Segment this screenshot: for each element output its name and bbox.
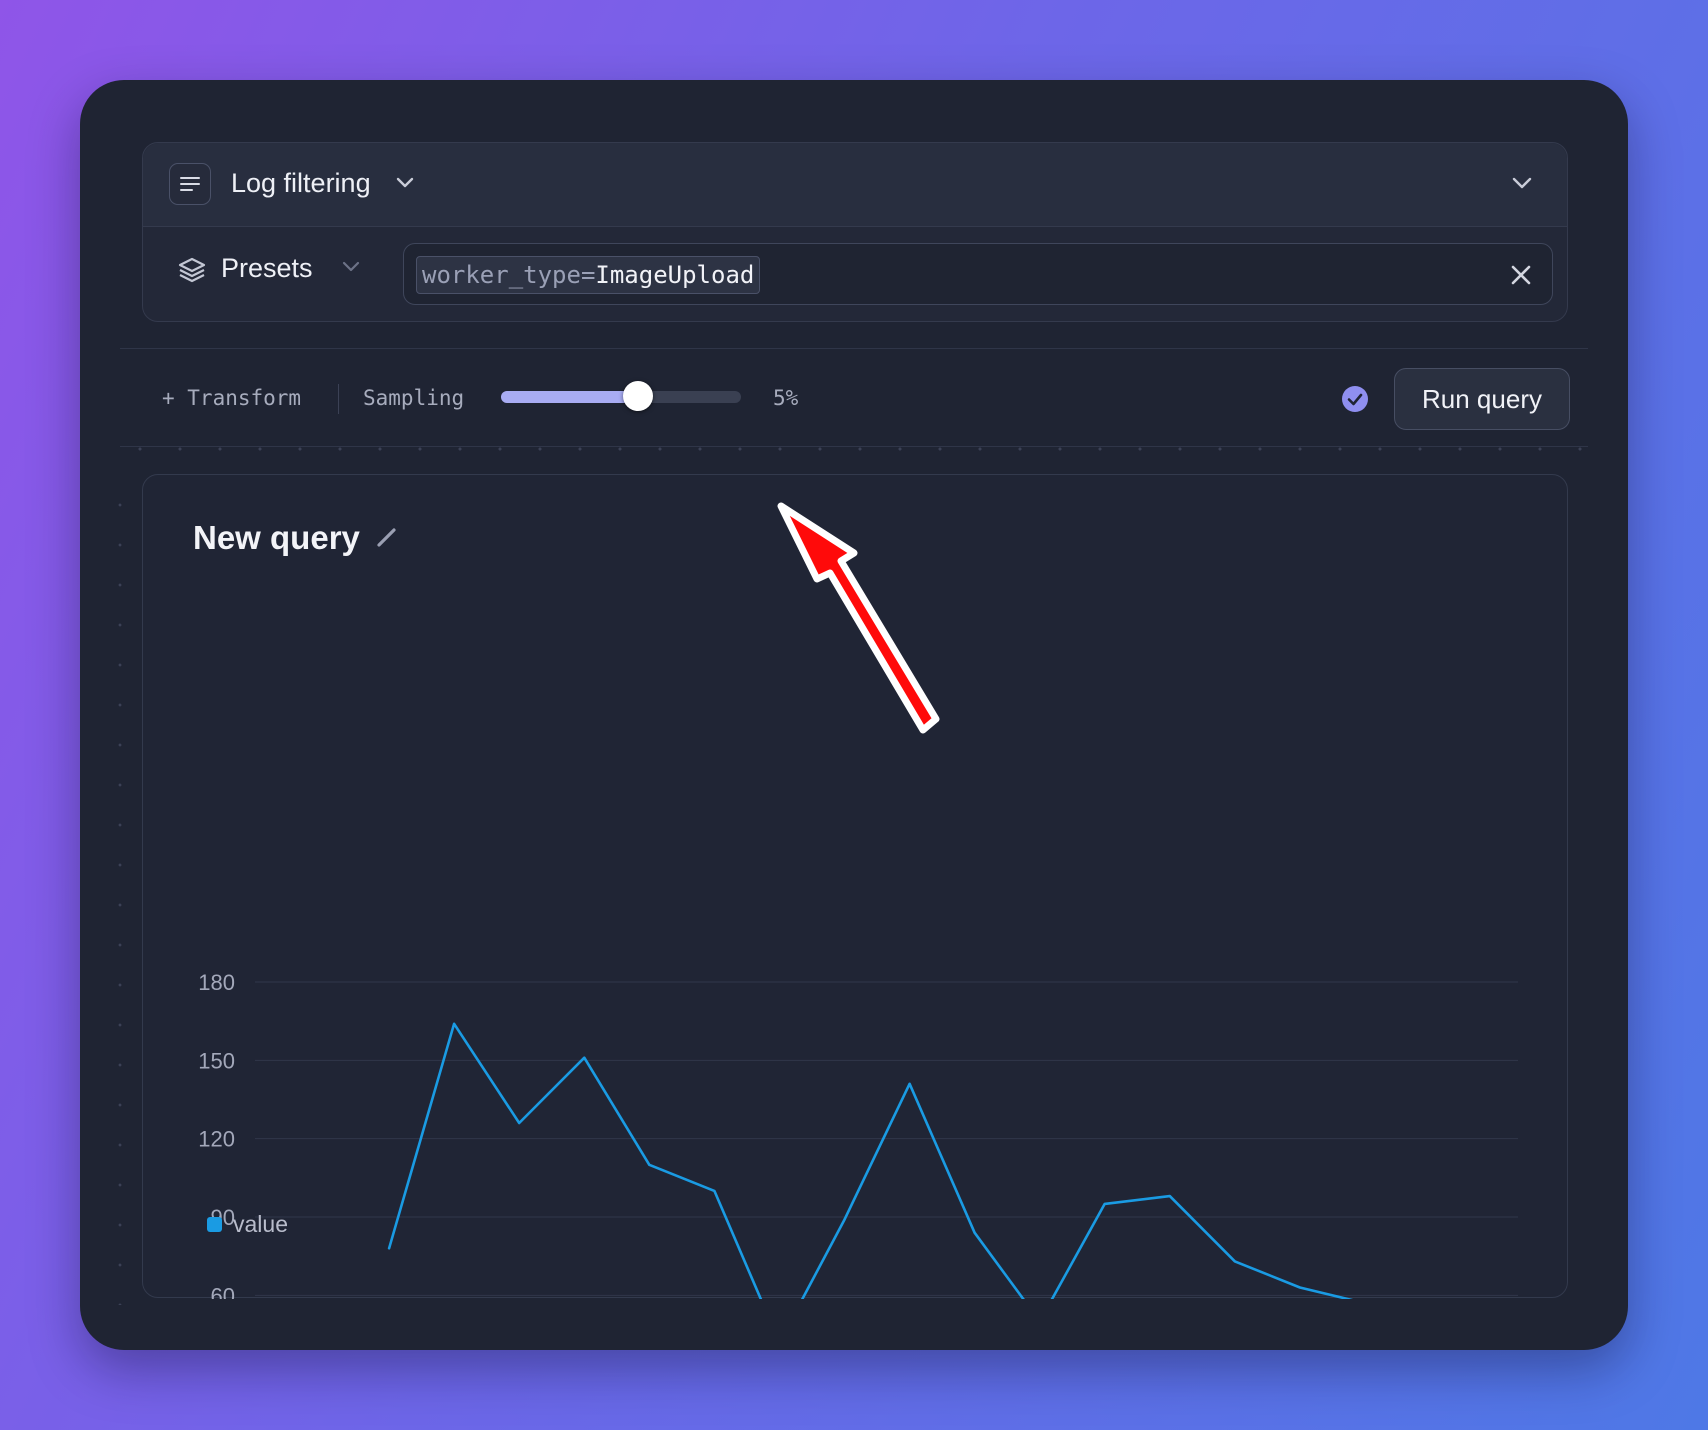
slider-fill <box>501 391 638 403</box>
collapse-chevron-icon[interactable] <box>1511 176 1533 190</box>
log-filter-panel: Log filtering Presets worker_type=ImageU… <box>142 142 1568 322</box>
sampling-value: 5% <box>773 386 799 410</box>
query-input[interactable]: worker_type=ImageUpload <box>403 243 1553 305</box>
red-arrow-annotation <box>777 502 940 734</box>
y-tick-label: 180 <box>198 970 235 995</box>
layers-icon <box>178 257 206 283</box>
presets-label[interactable]: Presets <box>221 253 313 284</box>
series-line <box>387 1022 1354 1299</box>
legend-swatch <box>207 1217 222 1232</box>
sampling-label: Sampling <box>363 386 465 410</box>
close-icon[interactable] <box>1508 262 1534 288</box>
filter-title: Log filtering <box>231 168 371 198</box>
side-dotted-rail <box>118 485 122 1305</box>
query-key: worker_type <box>422 261 581 289</box>
query-operator: = <box>580 261 596 289</box>
query-toolbar: + Transform Sampling 5% Run query <box>80 368 1628 438</box>
y-tick-label: 60 <box>211 1283 235 1299</box>
check-circle-icon <box>1342 386 1368 412</box>
query-value: ImageUpload <box>595 261 755 289</box>
legend-label: value <box>233 1211 288 1237</box>
section-divider <box>120 348 1588 349</box>
text-lines-icon <box>169 163 211 205</box>
query-filter-chip[interactable]: worker_type=ImageUpload <box>416 256 761 294</box>
run-query-button[interactable]: Run query <box>1394 368 1570 430</box>
add-transform-button[interactable]: + Transform <box>162 386 301 410</box>
slider-handle[interactable] <box>622 381 653 411</box>
toolbar-separator <box>338 384 339 414</box>
y-tick-label: 150 <box>198 1048 235 1073</box>
chevron-down-icon[interactable] <box>395 176 415 190</box>
sampling-slider[interactable] <box>501 381 741 411</box>
y-tick-label: 120 <box>198 1127 235 1152</box>
filter-header[interactable]: Log filtering <box>143 143 1567 227</box>
dotted-divider <box>120 446 1588 451</box>
presets-chevron-icon[interactable] <box>341 260 361 274</box>
app-window: Log filtering Presets worker_type=ImageU… <box>80 80 1628 1350</box>
